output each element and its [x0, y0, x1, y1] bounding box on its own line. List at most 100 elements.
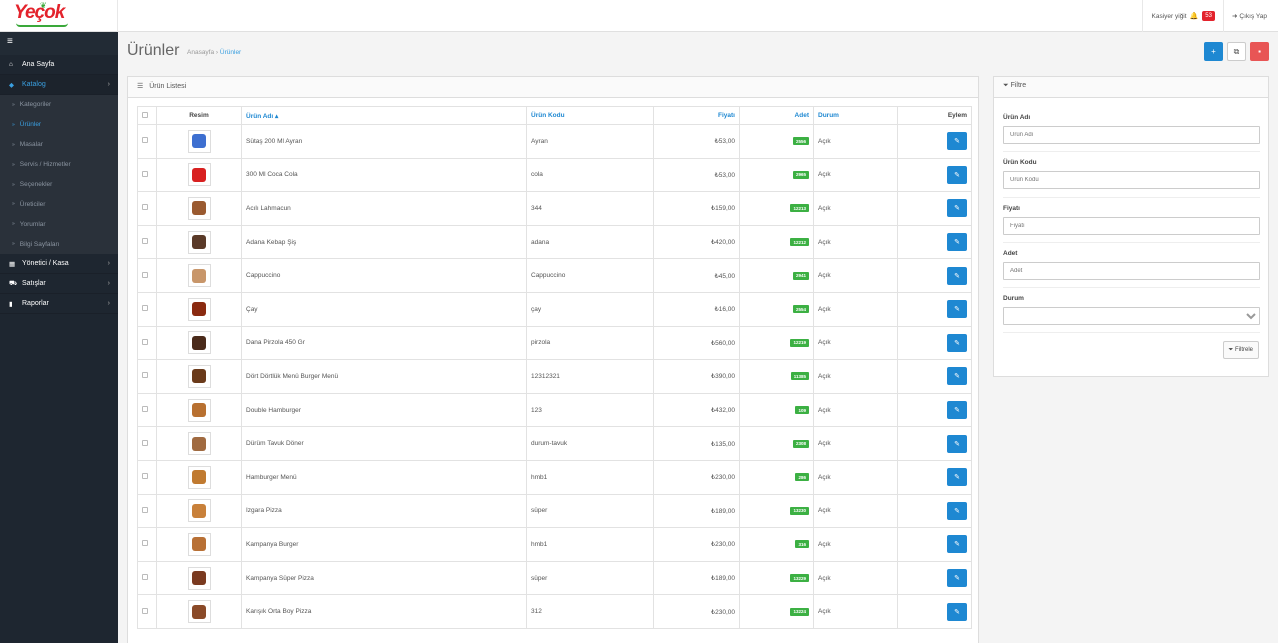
edit-button[interactable]: ✎	[947, 501, 967, 520]
sidebar-sub-reviews[interactable]: » Yorumlar	[0, 214, 118, 234]
row-checkbox[interactable]	[142, 338, 148, 345]
filter-qty-input[interactable]	[1003, 262, 1260, 280]
qty-badge: 13224	[790, 607, 809, 616]
sidebar-sub-manufacturers[interactable]: » Üreticiler	[0, 194, 118, 214]
edit-button[interactable]: ✎	[947, 535, 967, 554]
row-qty-cell: 12219	[739, 325, 814, 361]
logout-button[interactable]: ➜ Çıkış Yap	[1224, 0, 1278, 32]
row-image-cell	[156, 392, 242, 428]
filter-status-select[interactable]	[1003, 307, 1260, 325]
row-select-cell[interactable]	[137, 291, 157, 327]
filter-name-input[interactable]	[1003, 126, 1260, 144]
row-checkbox[interactable]	[142, 271, 148, 278]
breadcrumb-current[interactable]: Ürünler	[220, 49, 241, 56]
edit-button[interactable]: ✎	[947, 300, 967, 319]
row-checkbox[interactable]	[142, 439, 148, 446]
edit-button[interactable]: ✎	[947, 132, 967, 151]
row-checkbox[interactable]	[142, 204, 148, 211]
row-select-cell[interactable]	[137, 392, 157, 428]
row-code: pirzola	[526, 325, 654, 361]
row-checkbox[interactable]	[142, 406, 148, 413]
edit-button[interactable]: ✎	[947, 199, 967, 218]
row-select-cell[interactable]	[137, 493, 157, 529]
add-product-button[interactable]: +	[1204, 42, 1223, 61]
row-checkbox[interactable]	[142, 238, 148, 245]
row-select-cell[interactable]	[137, 359, 157, 394]
edit-button[interactable]: ✎	[947, 401, 967, 420]
sidebar-sub-info-pages[interactable]: » Bilgi Sayfaları	[0, 234, 118, 254]
col-qty[interactable]: Adet	[739, 106, 814, 125]
product-thumbnail	[187, 364, 211, 388]
row-image-cell	[156, 291, 242, 327]
row-select-cell[interactable]	[137, 527, 157, 562]
sidebar-item-reports[interactable]: ▮ Raporlar ›	[0, 294, 118, 315]
row-select-cell[interactable]	[137, 560, 157, 596]
edit-button[interactable]: ✎	[947, 602, 967, 621]
col-price[interactable]: Fiyatı	[653, 106, 740, 125]
sidebar-item-sales[interactable]: ⛟ Satışlar ›	[0, 274, 118, 295]
row-select-cell[interactable]	[137, 258, 157, 293]
row-checkbox[interactable]	[142, 540, 148, 547]
select-all-header[interactable]	[137, 106, 157, 125]
col-status[interactable]: Durum	[813, 106, 898, 125]
filter-group-code: Ürün Kodu	[1003, 159, 1260, 189]
notification-badge[interactable]: 53	[1202, 11, 1215, 21]
row-image-cell	[156, 224, 242, 260]
row-checkbox[interactable]	[142, 574, 148, 581]
page-actions: + ⧉ ▪	[1204, 42, 1269, 61]
row-code: adana	[526, 224, 654, 260]
edit-button[interactable]: ✎	[947, 434, 967, 453]
delete-product-button[interactable]: ▪	[1250, 42, 1269, 61]
row-select-cell[interactable]	[137, 426, 157, 461]
col-name[interactable]: Ürün Adı ▴	[241, 106, 527, 125]
row-status: Açık	[813, 325, 898, 361]
edit-button[interactable]: ✎	[947, 266, 967, 285]
bell-icon[interactable]: 🔔	[1190, 12, 1199, 20]
row-checkbox[interactable]	[142, 473, 148, 480]
sidebar-sub-tables[interactable]: » Masalar	[0, 135, 118, 155]
row-checkbox[interactable]	[142, 372, 148, 379]
filter-price-input[interactable]	[1003, 217, 1260, 235]
breadcrumb-home[interactable]: Anasayfa	[187, 49, 214, 56]
menu-toggle-icon[interactable]: ≡	[0, 32, 118, 55]
row-select-cell[interactable]	[137, 191, 157, 226]
edit-button[interactable]: ✎	[947, 468, 967, 487]
copy-product-button[interactable]: ⧉	[1227, 42, 1246, 61]
row-checkbox[interactable]	[142, 607, 148, 614]
qty-badge: 2941	[792, 271, 809, 280]
row-select-cell[interactable]	[137, 124, 157, 159]
divider	[1003, 197, 1260, 198]
row-select-cell[interactable]	[137, 157, 157, 193]
row-checkbox[interactable]	[142, 506, 148, 513]
select-all-checkbox[interactable]	[142, 111, 148, 118]
sidebar-sub-products[interactable]: » Ürünler	[0, 115, 118, 135]
edit-button[interactable]: ✎	[947, 367, 967, 386]
edit-button[interactable]: ✎	[947, 233, 967, 252]
sidebar-item-label: Raporlar	[22, 300, 49, 308]
row-select-cell[interactable]	[137, 224, 157, 260]
edit-button[interactable]: ✎	[947, 165, 967, 184]
product-image	[192, 302, 206, 317]
filter-code-input[interactable]	[1003, 171, 1260, 189]
row-select-cell[interactable]	[137, 459, 157, 495]
sidebar-sub-options[interactable]: » Seçenekler	[0, 175, 118, 195]
pencil-icon: ✎	[954, 541, 960, 549]
sidebar-item-home[interactable]: ⌂ Ana Sayfa	[0, 55, 118, 75]
sidebar-sub-categories[interactable]: » Kategoriler	[0, 95, 118, 115]
row-select-cell[interactable]	[137, 325, 157, 361]
table-row: Hamburger Menü hmb1 ₺230,00 286 Açık ✎	[137, 459, 972, 495]
cashier-menu[interactable]: Kasiyer yiğit 🔔 53	[1143, 0, 1224, 32]
product-thumbnail	[187, 163, 211, 187]
sidebar-item-admin-cashbox[interactable]: ▦ Yönetici / Kasa ›	[0, 254, 118, 275]
col-code[interactable]: Ürün Kodu	[526, 106, 654, 125]
row-checkbox[interactable]	[142, 305, 148, 312]
filter-button[interactable]: ⏷ Filtrele	[1222, 341, 1259, 359]
edit-button[interactable]: ✎	[947, 569, 967, 588]
edit-button[interactable]: ✎	[947, 333, 967, 352]
brand-logo[interactable]: Yeçok ❦	[0, 0, 118, 32]
row-checkbox[interactable]	[142, 170, 148, 177]
sidebar-sub-services[interactable]: » Servis / Hizmetler	[0, 155, 118, 175]
row-checkbox[interactable]	[142, 137, 148, 144]
row-select-cell[interactable]	[137, 594, 157, 629]
sidebar-item-catalog[interactable]: ◆ Katalog ›	[0, 75, 118, 95]
